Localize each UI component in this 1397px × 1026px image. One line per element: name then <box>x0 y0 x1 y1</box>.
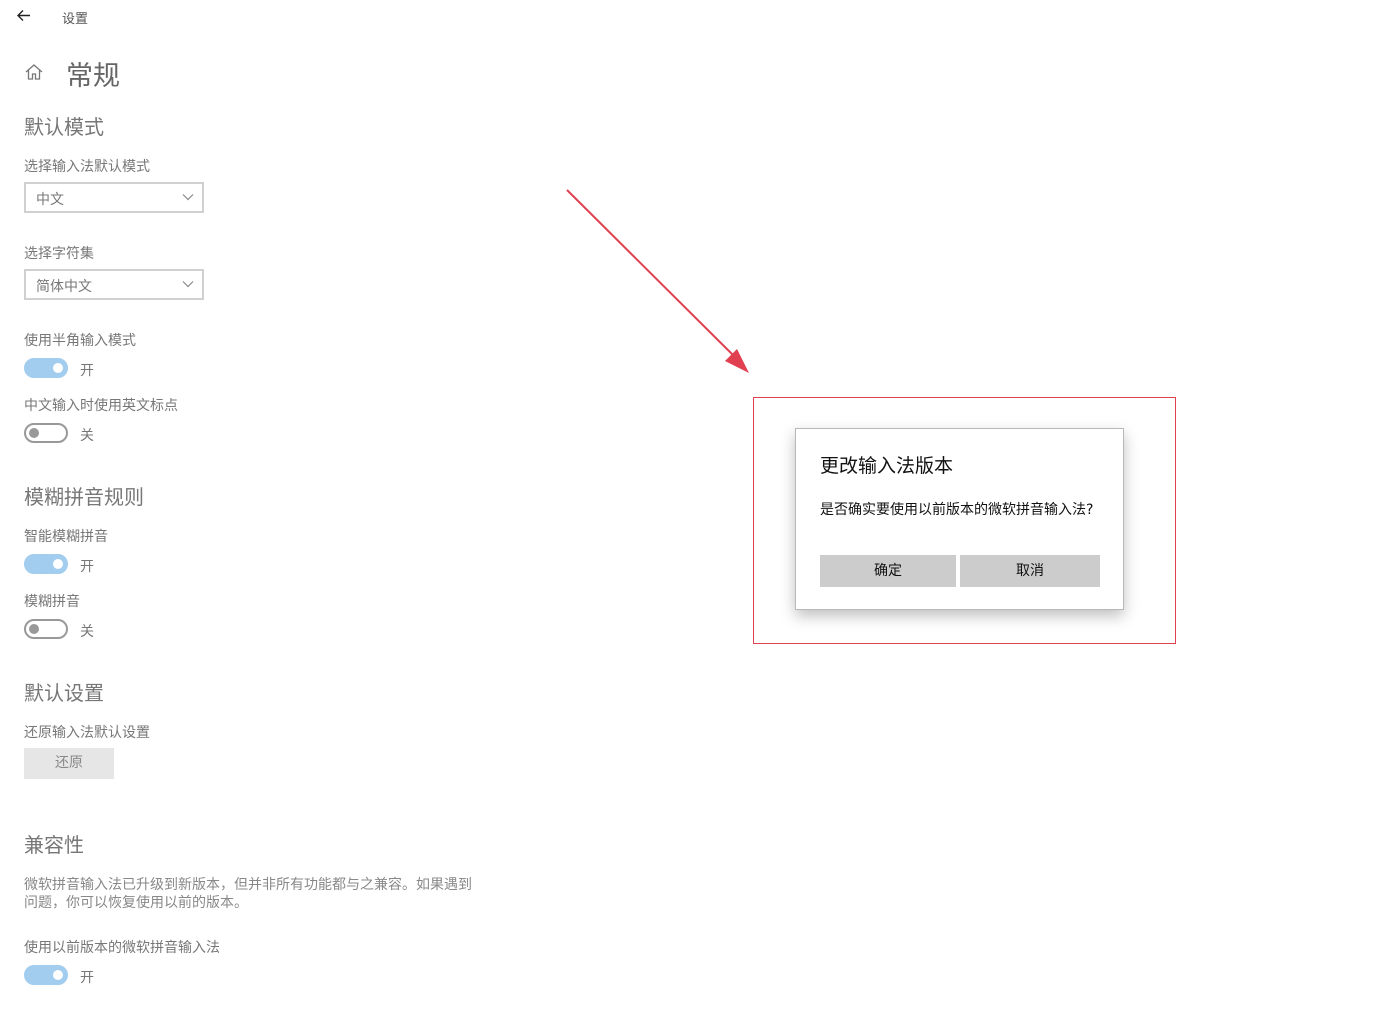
dialog-message: 是否确实要使用以前版本的微软拼音输入法? <box>820 502 1094 518</box>
ok-button[interactable]: 确定 <box>820 555 956 587</box>
en-punct-toggle[interactable] <box>24 423 68 443</box>
prev-version-state: 开 <box>80 970 94 986</box>
section-fuzzy-title: 模糊拼音规则 <box>24 485 144 509</box>
section-compat-title: 兼容性 <box>24 833 84 857</box>
charset-value: 简体中文 <box>36 279 92 295</box>
section-defaults-title: 默认设置 <box>24 681 104 705</box>
chevron-down-icon <box>182 194 194 201</box>
charset-label: 选择字符集 <box>24 246 94 262</box>
change-version-dialog: 更改输入法版本 是否确实要使用以前版本的微软拼音输入法? 确定 取消 <box>795 428 1124 610</box>
settings-window: 设置 常规 默认模式 选择输入法默认模式 中文 选择字符集 简体中文 使用半角输… <box>0 0 1397 1026</box>
smart-fuzzy-label: 智能模糊拼音 <box>24 529 108 545</box>
cancel-button[interactable]: 取消 <box>960 555 1100 587</box>
home-icon[interactable] <box>24 62 44 82</box>
page-title: 常规 <box>66 61 120 92</box>
smart-fuzzy-state: 开 <box>80 559 94 575</box>
chevron-down-icon <box>182 281 194 288</box>
fuzzy-pinyin-label: 模糊拼音 <box>24 594 80 610</box>
half-width-toggle[interactable] <box>24 358 68 378</box>
charset-dropdown[interactable]: 简体中文 <box>24 269 204 300</box>
prev-version-toggle[interactable] <box>24 965 68 985</box>
restore-button[interactable]: 还原 <box>24 748 114 779</box>
compat-description: 微软拼音输入法已升级到新版本，但并非所有功能都与之兼容。如果遇到问题，你可以恢复… <box>24 877 472 911</box>
back-button[interactable] <box>12 4 36 28</box>
app-title: 设置 <box>62 12 89 27</box>
restore-label: 还原输入法默认设置 <box>24 725 150 741</box>
smart-fuzzy-toggle[interactable] <box>24 554 68 574</box>
back-arrow-icon <box>17 10 30 21</box>
half-width-label: 使用半角输入模式 <box>24 333 136 349</box>
fuzzy-pinyin-state: 关 <box>80 624 94 640</box>
annotation-arrow <box>566 189 749 373</box>
fuzzy-pinyin-toggle[interactable] <box>24 619 68 639</box>
en-punct-state: 关 <box>80 428 94 444</box>
input-mode-dropdown[interactable]: 中文 <box>24 182 204 213</box>
input-mode-value: 中文 <box>36 192 64 208</box>
input-mode-label: 选择输入法默认模式 <box>24 159 150 175</box>
en-punct-label: 中文输入时使用英文标点 <box>24 398 178 414</box>
section-default-mode-title: 默认模式 <box>24 115 104 139</box>
prev-version-label: 使用以前版本的微软拼音输入法 <box>24 940 220 956</box>
half-width-state: 开 <box>80 363 94 379</box>
dialog-title: 更改输入法版本 <box>820 455 954 477</box>
